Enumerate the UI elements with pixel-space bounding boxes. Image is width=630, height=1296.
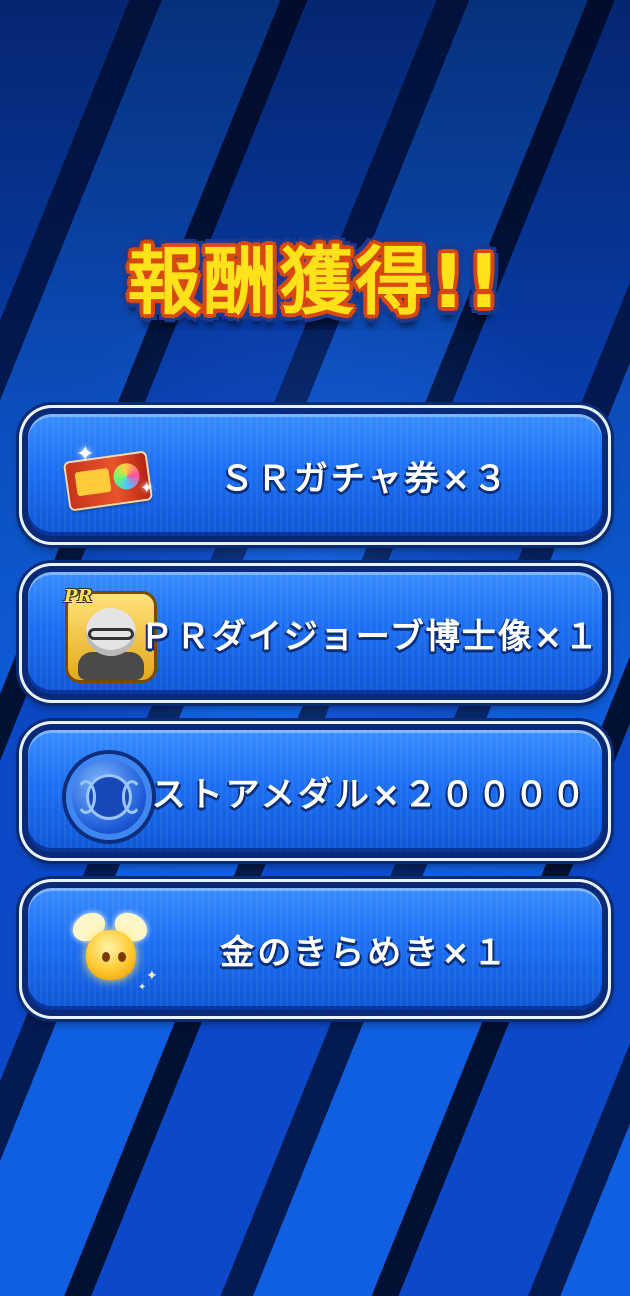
pr-badge: PR — [64, 586, 93, 607]
reward-item-gold-kirameki[interactable]: ✦ ✦ 金のきらめき×１ — [22, 882, 608, 1016]
baseball-icon — [76, 774, 142, 820]
store-medal-icon — [66, 754, 152, 840]
reward-label: ＳＲガチャ券×３ — [219, 458, 511, 499]
reward-item-store-medal[interactable]: ストアメダル×２００００ — [22, 724, 608, 858]
sparkle-icon: ✦ — [76, 442, 95, 467]
reward-label: ストアメダル×２００００ — [151, 774, 589, 815]
reward-title: 報酬獲得!! — [127, 239, 503, 325]
reward-label: ＰＲダイジョーブ博士像×１ — [139, 616, 601, 657]
reward-list: ✦ ✦ ＳＲガチャ券×３ PR ＰＲダイジョーブ博士像×１ ストアメダル×２００… — [22, 408, 608, 1040]
reward-label: 金のきらめき×１ — [220, 932, 510, 973]
reward-item-sr-gacha-ticket[interactable]: ✦ ✦ ＳＲガチャ券×３ — [22, 408, 608, 542]
reward-item-pr-statue[interactable]: PR ＰＲダイジョーブ博士像×１ — [22, 566, 608, 700]
